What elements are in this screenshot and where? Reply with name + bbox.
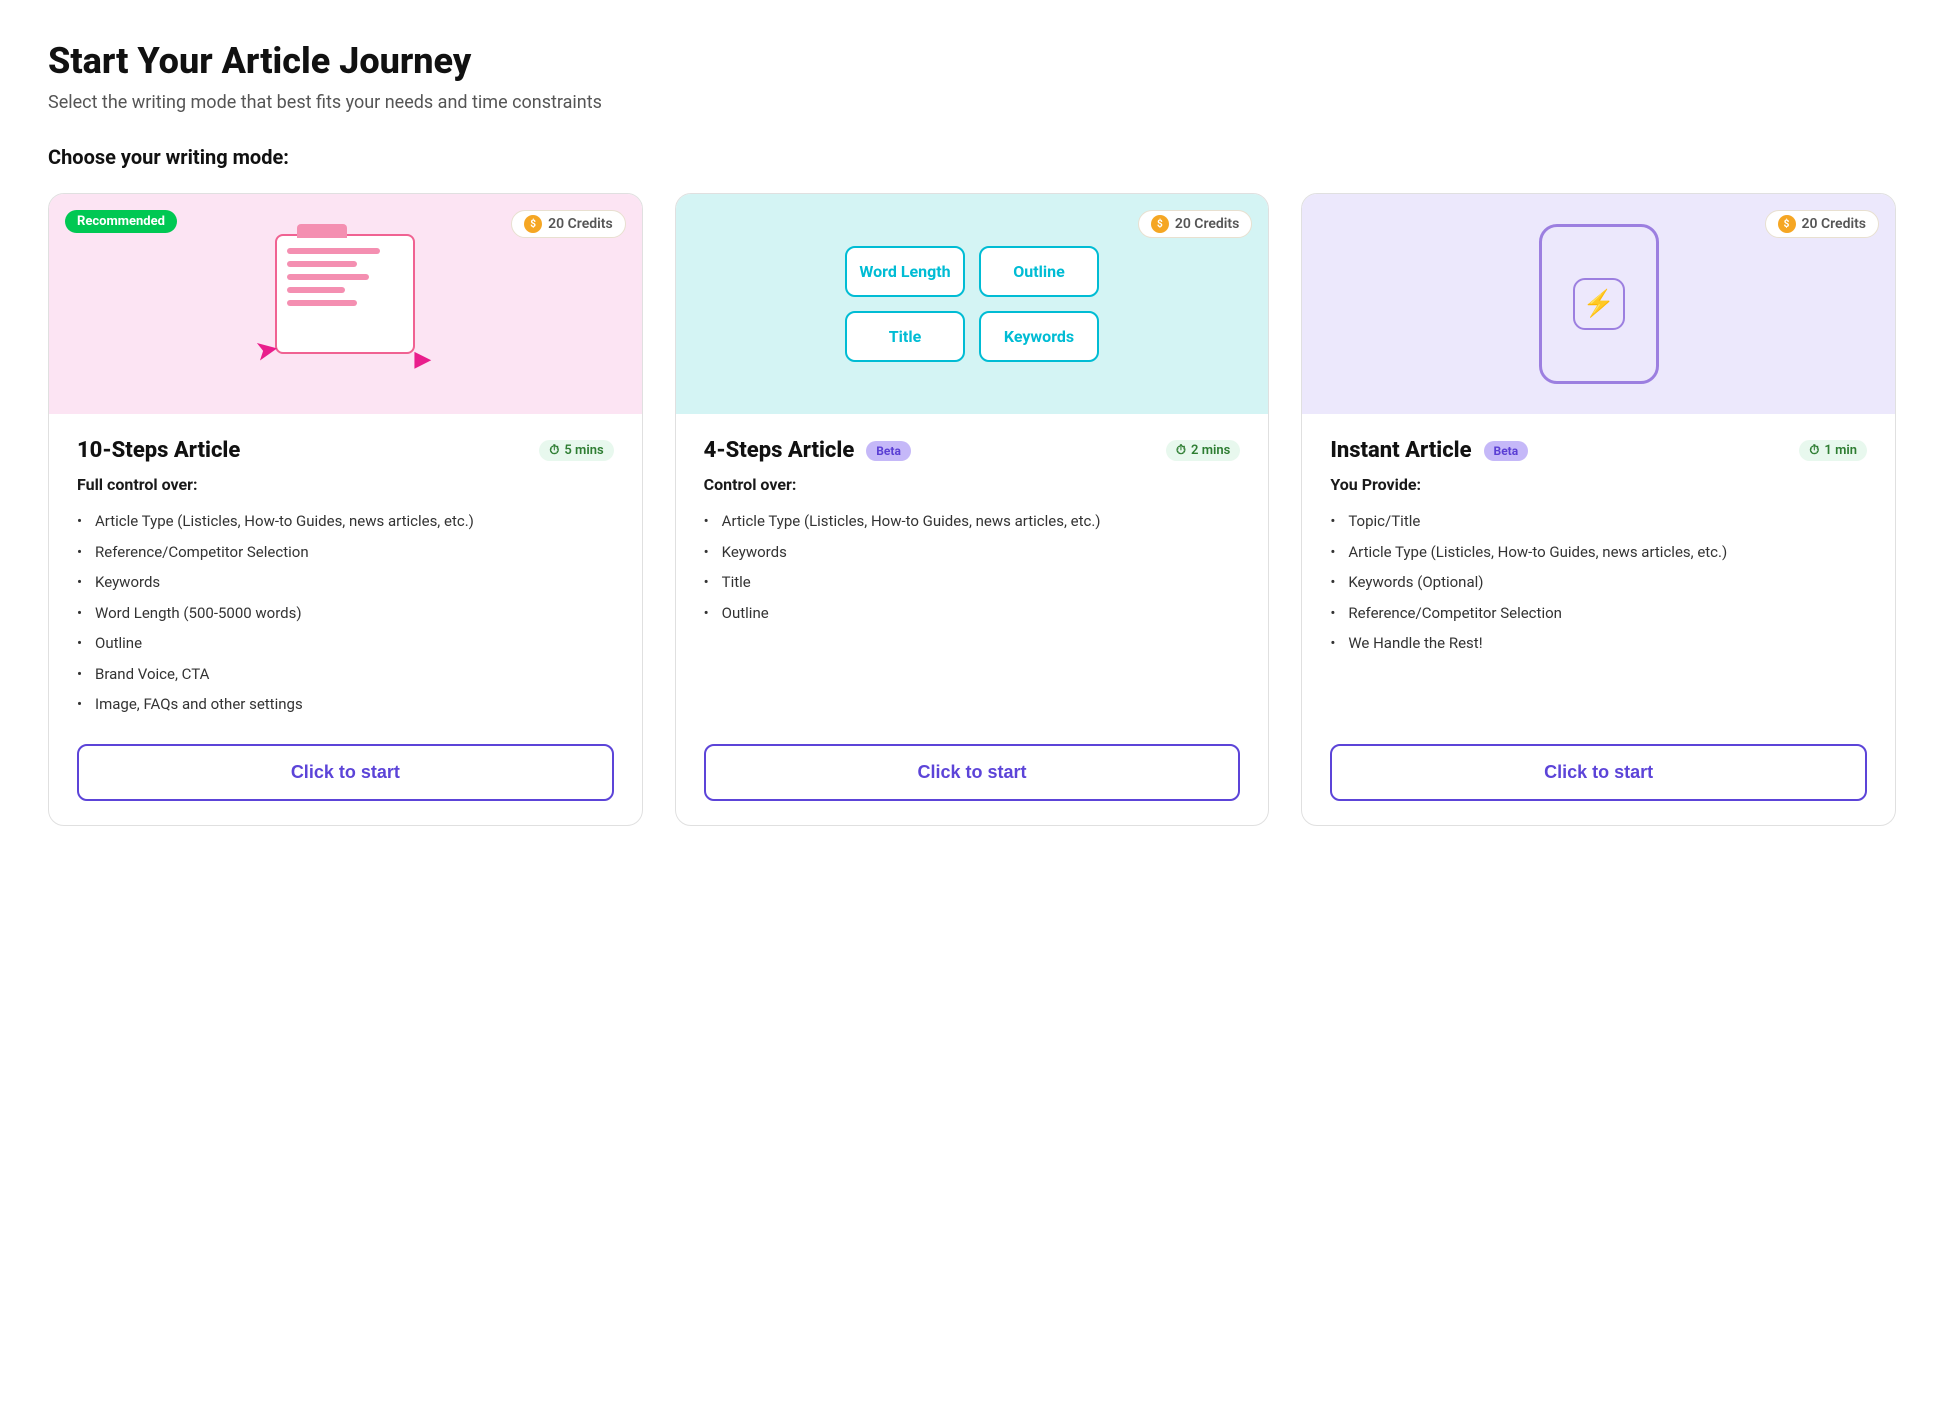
card-four-steps: $ 20 Credits Word Length Outline Title K… — [675, 193, 1270, 826]
list-item: Article Type (Listicles, How-to Guides, … — [77, 506, 614, 537]
clock-icon-3: ⏱ — [1809, 443, 1819, 458]
pink-illustration: ➤ ▶ — [245, 224, 445, 384]
coin-icon-3: $ — [1778, 215, 1796, 233]
pink-line-1 — [287, 248, 380, 254]
list-item: Outline — [704, 598, 1241, 629]
option-box-title: Title — [845, 311, 965, 362]
phone-body: ⚡ — [1539, 224, 1659, 384]
start-button-1[interactable]: Click to start — [77, 744, 614, 801]
card-title-row-2: 4-Steps Article Beta ⏱ 2 mins — [704, 438, 1241, 463]
card-title-row-3: Instant Article Beta ⏱ 1 min — [1330, 438, 1867, 463]
list-item: Article Type (Listicles, How-to Guides, … — [1330, 537, 1867, 568]
list-item: Keywords — [77, 567, 614, 598]
badge-beta-3: Beta — [1484, 441, 1529, 461]
credits-text-1: 20 Credits — [548, 216, 613, 232]
page-title: Start Your Article Journey — [48, 40, 1896, 82]
card-instant: $ 20 Credits ⚡ Instant Article Beta ⏱ 1 … — [1301, 193, 1896, 826]
list-item: Title — [704, 567, 1241, 598]
time-badge-1: ⏱ 5 mins — [539, 440, 613, 461]
option-box-outline: Outline — [979, 246, 1099, 297]
list-item: Image, FAQs and other settings — [77, 689, 614, 720]
card-body-3: Instant Article Beta ⏱ 1 min You Provide… — [1302, 414, 1895, 744]
card-title-3: Instant Article — [1330, 438, 1471, 463]
clock-icon-2: ⏱ — [1176, 443, 1186, 458]
section-label: Choose your writing mode: — [48, 145, 1896, 169]
card-footer-2: Click to start — [676, 744, 1269, 825]
time-text-2: 2 mins — [1191, 443, 1230, 458]
card-ten-steps: Recommended $ 20 Credits ➤ ▶ — [48, 193, 643, 826]
card-title-row-1: 10-Steps Article ⏱ 5 mins — [77, 438, 614, 463]
time-text-3: 1 min — [1824, 443, 1857, 458]
credits-badge-1: $ 20 Credits — [511, 210, 626, 238]
card-image-pink: Recommended $ 20 Credits ➤ ▶ — [49, 194, 642, 414]
start-button-2[interactable]: Click to start — [704, 744, 1241, 801]
list-item: Brand Voice, CTA — [77, 659, 614, 690]
card-footer-3: Click to start — [1302, 744, 1895, 825]
time-badge-3: ⏱ 1 min — [1799, 440, 1867, 461]
option-box-keywords: Keywords — [979, 311, 1099, 362]
start-button-3[interactable]: Click to start — [1330, 744, 1867, 801]
lightning-box: ⚡ — [1573, 278, 1625, 330]
time-text-1: 5 mins — [564, 443, 603, 458]
list-item: Outline — [77, 628, 614, 659]
clock-icon-1: ⏱ — [549, 443, 559, 458]
pink-line-2 — [287, 261, 357, 267]
list-item: Keywords — [704, 537, 1241, 568]
card-footer-1: Click to start — [49, 744, 642, 825]
option-boxes: Word Length Outline Title Keywords — [825, 226, 1119, 382]
pink-line-3 — [287, 274, 368, 280]
card-image-cyan: $ 20 Credits Word Length Outline Title K… — [676, 194, 1269, 414]
list-item: Keywords (Optional) — [1330, 567, 1867, 598]
credits-text-2: 20 Credits — [1175, 216, 1240, 232]
card-subtitle-1: Full control over: — [77, 475, 614, 494]
list-item: Reference/Competitor Selection — [77, 537, 614, 568]
card-subtitle-2: Control over: — [704, 475, 1241, 494]
pink-line-4 — [287, 287, 345, 293]
card-title-1: 10-Steps Article — [77, 438, 240, 463]
list-item: Reference/Competitor Selection — [1330, 598, 1867, 629]
credits-text-3: 20 Credits — [1802, 216, 1867, 232]
credits-badge-2: $ 20 Credits — [1138, 210, 1253, 238]
cards-container: Recommended $ 20 Credits ➤ ▶ — [48, 193, 1896, 826]
card-list-3: Topic/Title Article Type (Listicles, How… — [1330, 506, 1867, 720]
list-item: Topic/Title — [1330, 506, 1867, 537]
pink-doc-tab — [297, 224, 347, 238]
card-list-1: Article Type (Listicles, How-to Guides, … — [77, 506, 614, 720]
pink-line-5 — [287, 300, 357, 306]
option-box-word-length: Word Length — [845, 246, 965, 297]
coin-icon-2: $ — [1151, 215, 1169, 233]
list-item: We Handle the Rest! — [1330, 628, 1867, 659]
card-image-lavender: $ 20 Credits ⚡ — [1302, 194, 1895, 414]
lightning-icon: ⚡ — [1582, 289, 1614, 319]
cursor-icon: ▶ — [414, 347, 431, 372]
time-badge-2: ⏱ 2 mins — [1166, 440, 1240, 461]
card-body-2: 4-Steps Article Beta ⏱ 2 mins Control ov… — [676, 414, 1269, 744]
card-list-2: Article Type (Listicles, How-to Guides, … — [704, 506, 1241, 720]
credits-badge-3: $ 20 Credits — [1765, 210, 1880, 238]
pink-doc — [275, 234, 415, 354]
list-item: Word Length (500-5000 words) — [77, 598, 614, 629]
badge-recommended: Recommended — [65, 210, 177, 233]
card-title-2: 4-Steps Article — [704, 438, 855, 463]
badge-beta-2: Beta — [866, 441, 911, 461]
phone-illustration: ⚡ — [1539, 224, 1659, 384]
card-body-1: 10-Steps Article ⏱ 5 mins Full control o… — [49, 414, 642, 744]
coin-icon-1: $ — [524, 215, 542, 233]
list-item: Article Type (Listicles, How-to Guides, … — [704, 506, 1241, 537]
card-subtitle-3: You Provide: — [1330, 475, 1867, 494]
page-subtitle: Select the writing mode that best fits y… — [48, 92, 1896, 113]
